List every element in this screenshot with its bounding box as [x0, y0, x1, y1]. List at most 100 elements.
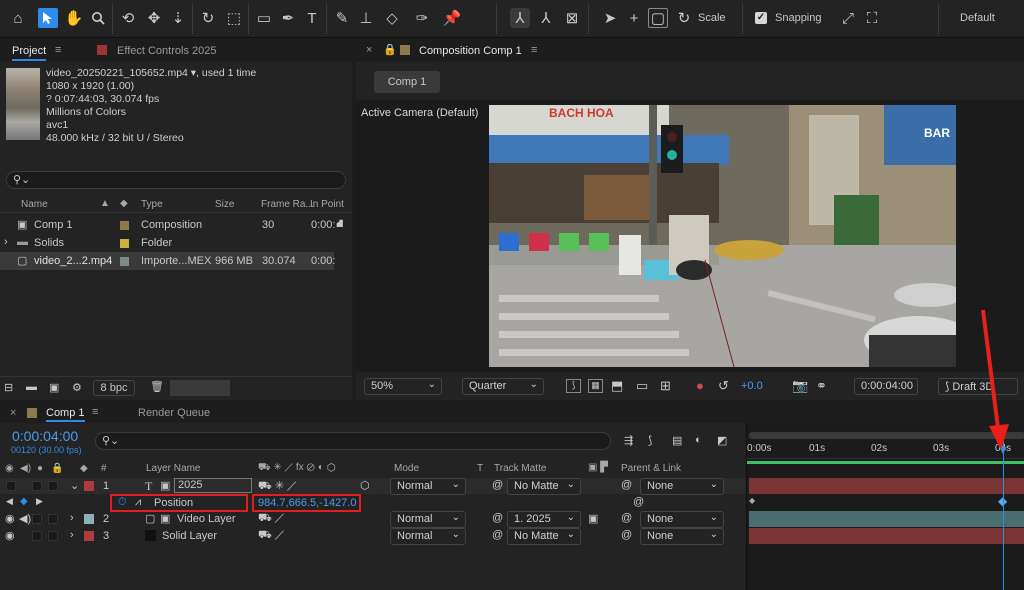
- track-matte-dropdown[interactable]: No Matte ⌄: [507, 478, 581, 495]
- tab-effect-controls[interactable]: Effect Controls 2025: [117, 45, 216, 57]
- 3d-layer-icon[interactable]: ⬡: [360, 479, 370, 492]
- playhead-line[interactable]: [1003, 441, 1004, 590]
- work-area-bar[interactable]: [747, 461, 1024, 464]
- mode-dropdown[interactable]: Normal ⌄: [390, 511, 466, 528]
- transparency-grid-icon[interactable]: ▦: [588, 379, 603, 393]
- label-tag-icon[interactable]: ◆: [120, 198, 128, 209]
- col-size[interactable]: Size: [215, 199, 234, 210]
- layer-switches[interactable]: ⛟ ✳ ⟋: [258, 479, 297, 494]
- keyframe-start-icon[interactable]: ◆: [749, 496, 755, 505]
- scale-rotate-icon[interactable]: ↻: [674, 8, 694, 28]
- reset-exposure-icon[interactable]: ↺: [718, 378, 729, 394]
- parent-dropdown[interactable]: None ⌄: [640, 478, 724, 495]
- panel-menu-icon[interactable]: ≡: [531, 44, 537, 56]
- label-color[interactable]: [120, 257, 129, 266]
- project-item-comp[interactable]: ▣ Comp 1 Composition 30 0:00: ⛘: [0, 216, 352, 234]
- orbit-camera-icon[interactable]: ⟲: [118, 8, 138, 28]
- solo-box[interactable]: [32, 531, 42, 541]
- grid-icon[interactable]: ⊞: [660, 378, 671, 394]
- footage-name[interactable]: video_20250221_105652.mp4: [46, 67, 188, 79]
- expand-icon[interactable]: ›: [70, 512, 74, 524]
- mask-visibility-icon[interactable]: ⬒: [611, 378, 623, 394]
- pointer-icon[interactable]: ➤: [600, 8, 620, 28]
- solo-box[interactable]: [32, 481, 42, 491]
- position-value[interactable]: 984.7,666.5,-1427.0: [258, 497, 356, 509]
- comp-breadcrumb[interactable]: Comp 1: [374, 71, 440, 93]
- layer-1-bar[interactable]: [749, 478, 1024, 494]
- lock-icon[interactable]: 🔒: [383, 43, 397, 56]
- snapping-checkbox[interactable]: ✓: [755, 12, 767, 24]
- visibility-box[interactable]: [6, 481, 16, 491]
- puppet-pin-icon[interactable]: 📌: [442, 8, 462, 28]
- prev-keyframe-icon[interactable]: ◀: [6, 496, 13, 507]
- home-icon[interactable]: ⌂: [8, 8, 28, 28]
- expression-pickwhip-icon[interactable]: @: [633, 496, 644, 508]
- audio-icon[interactable]: ◀): [20, 463, 31, 474]
- label-color[interactable]: [120, 239, 129, 248]
- col-t[interactable]: T: [477, 463, 483, 474]
- new-comp-icon[interactable]: ▣: [49, 381, 59, 394]
- view-axis-icon[interactable]: ⊠: [562, 8, 582, 28]
- timeline-timecode[interactable]: 0:00:04:00: [12, 428, 78, 444]
- solo-box[interactable]: [32, 514, 42, 524]
- 3d-box-icon[interactable]: ▣: [160, 512, 170, 525]
- eye-icon[interactable]: ◉: [5, 512, 15, 525]
- parent-pickwhip-icon[interactable]: @: [621, 529, 632, 541]
- roto-brush-icon[interactable]: ✑: [412, 8, 432, 28]
- snap-features-icon[interactable]: ⛶: [862, 8, 882, 28]
- layer-2-bar[interactable]: [749, 511, 1024, 527]
- col-in-point[interactable]: In Point: [310, 199, 344, 210]
- col-layer-name[interactable]: Layer Name: [146, 463, 200, 474]
- interpret-footage-icon[interactable]: ⊟: [4, 381, 13, 394]
- add-icon[interactable]: +: [624, 8, 644, 28]
- dropdown-arrow-icon[interactable]: ▾: [188, 67, 196, 79]
- hand-tool-icon[interactable]: ✋: [64, 8, 84, 28]
- pickwhip-icon[interactable]: @: [492, 479, 503, 491]
- col-track-matte[interactable]: Track Matte: [494, 463, 546, 474]
- bpc-button[interactable]: 8 bpc: [93, 380, 135, 396]
- zoom-tool-icon[interactable]: [88, 8, 108, 28]
- tab-composition[interactable]: Composition Comp 1: [419, 45, 522, 57]
- close-tab-icon[interactable]: ×: [10, 407, 16, 419]
- eraser-icon[interactable]: ◇: [382, 8, 402, 28]
- clone-stamp-icon[interactable]: ⊥: [356, 8, 376, 28]
- layer-color[interactable]: [84, 514, 94, 524]
- graph-editor-icon[interactable]: ◩: [717, 434, 727, 447]
- eye-icon[interactable]: ◉: [5, 463, 14, 474]
- exposure-value[interactable]: +0.0: [741, 380, 763, 392]
- pan-camera-icon[interactable]: ✥: [144, 8, 164, 28]
- col-parent[interactable]: Parent & Link: [621, 463, 681, 474]
- solo-icon[interactable]: ●: [37, 463, 43, 474]
- panel-menu-icon[interactable]: ≡: [92, 406, 98, 418]
- dolly-camera-icon[interactable]: ⇣: [168, 8, 188, 28]
- project-item-folder[interactable]: › ▬ Solids Folder: [0, 234, 352, 252]
- thumbnail-slider[interactable]: [170, 380, 230, 396]
- col-name[interactable]: Name: [21, 199, 48, 210]
- rectangle-tool-icon[interactable]: ▭: [254, 8, 274, 28]
- layer-name[interactable]: Solid Layer: [162, 530, 217, 542]
- zoom-dropdown[interactable]: 50% ⌄: [364, 378, 442, 395]
- pan-behind-icon[interactable]: ⬚: [224, 8, 244, 28]
- sort-arrow-icon[interactable]: ▲: [100, 198, 110, 209]
- timeline-search-input[interactable]: ⚲⌄: [95, 432, 611, 450]
- collapse-icon[interactable]: ⌄: [70, 479, 79, 492]
- brush-tool-icon[interactable]: ✎: [332, 8, 352, 28]
- layer-row-1[interactable]: ⌄ 1 T ▣ 2025 ⛟ ✳ ⟋ ⬡ Normal ⌄ @ No Matte ⌄…: [0, 478, 745, 495]
- expand-icon[interactable]: ›: [4, 236, 8, 248]
- layer-switches[interactable]: ⛟ ⟋: [258, 512, 284, 526]
- region-of-interest-icon[interactable]: ▭: [636, 378, 648, 394]
- tab-project[interactable]: Project: [12, 45, 47, 61]
- resolution-dropdown[interactable]: Quarter ⌄: [462, 378, 544, 395]
- layer-name[interactable]: 2025: [174, 478, 252, 493]
- eye-icon[interactable]: ◉: [5, 529, 15, 542]
- layer-row-3[interactable]: ◉ › 3 Solid Layer ⛟ ⟋ Normal ⌄ @ No Matte…: [0, 528, 745, 545]
- mode-dropdown[interactable]: Normal ⌄: [390, 528, 466, 545]
- 3d-box-icon[interactable]: ▣: [160, 479, 170, 492]
- panel-menu-icon[interactable]: ≡: [55, 44, 61, 56]
- selection-tool-icon[interactable]: [38, 8, 58, 28]
- layer-switches[interactable]: ⛟ ⟋: [258, 529, 284, 543]
- next-keyframe-icon[interactable]: ▶: [36, 496, 43, 507]
- position-property-row[interactable]: ◀ ◆ ▶ ⏱ ⩘ Position 984.7,666.5,-1427.0 @: [0, 494, 745, 512]
- fast-preview-icon[interactable]: ⟆: [566, 379, 581, 393]
- lock-box[interactable]: [48, 481, 58, 491]
